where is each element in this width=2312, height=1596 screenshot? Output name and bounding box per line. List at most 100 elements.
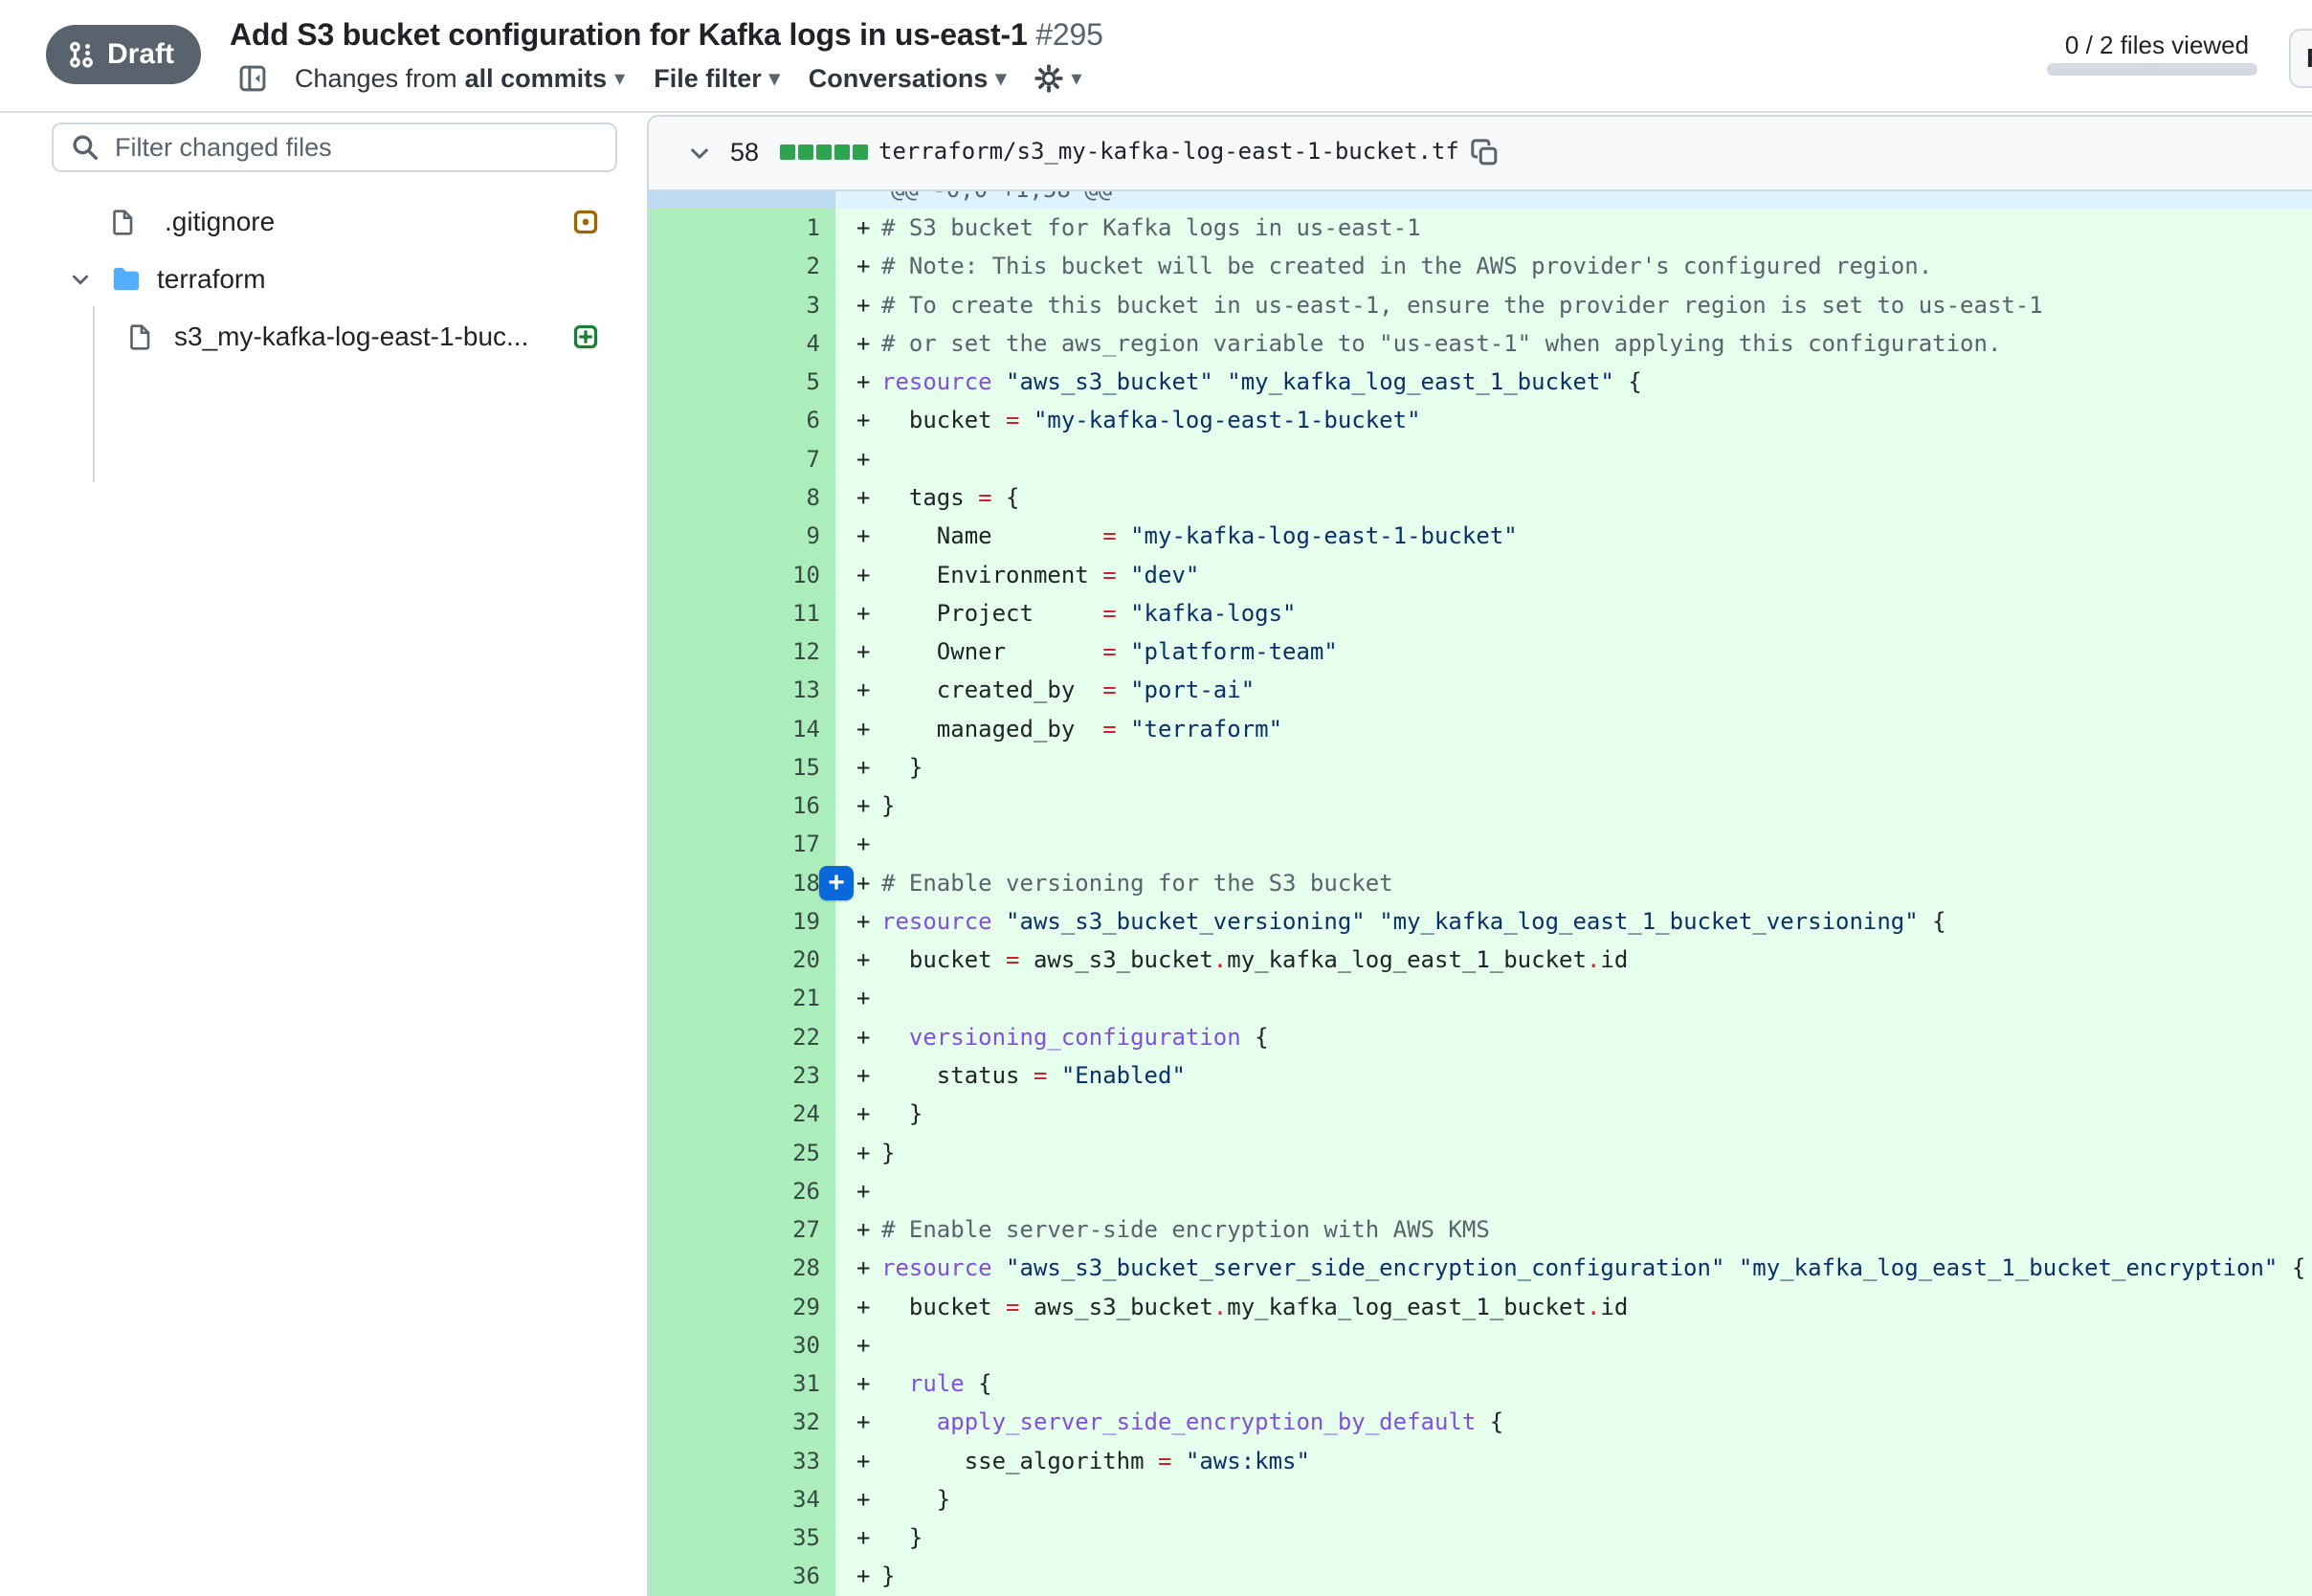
old-line-number-cell[interactable] [649, 709, 740, 747]
new-line-number[interactable]: 31 [740, 1364, 835, 1403]
new-line-number[interactable]: 1 [740, 209, 835, 247]
old-line-number-cell[interactable] [649, 555, 740, 593]
old-line-number-cell[interactable] [649, 1403, 740, 1441]
old-line-number-cell[interactable] [649, 1480, 740, 1518]
new-line-number[interactable]: 2 [740, 247, 835, 285]
file-icon [111, 209, 138, 235]
old-line-number-cell[interactable] [649, 1172, 740, 1210]
tree-item-terraform-folder[interactable]: terraform [0, 253, 645, 306]
new-line-number[interactable]: 32 [740, 1403, 835, 1441]
new-line-number[interactable]: 27 [740, 1210, 835, 1249]
old-line-number-cell[interactable] [649, 864, 740, 902]
new-line-number[interactable]: 22 [740, 1018, 835, 1056]
code-cell: + bucket = "my-kafka-log-east-1-bucket" [835, 401, 2312, 439]
new-line-number[interactable]: 33 [740, 1442, 835, 1480]
old-line-number-cell[interactable] [649, 1287, 740, 1325]
review-changes-button[interactable]: R [2289, 29, 2312, 88]
diffstat-block [853, 144, 868, 160]
new-line-number[interactable]: 23 [740, 1056, 835, 1095]
addition-marker: + [835, 440, 881, 478]
diffstat-block [834, 144, 850, 160]
new-line-number[interactable]: 15 [740, 748, 835, 787]
new-line-number[interactable]: 35 [740, 1518, 835, 1557]
old-line-number-cell[interactable] [649, 902, 740, 941]
new-line-number[interactable]: 29 [740, 1287, 835, 1325]
old-line-number-cell[interactable] [649, 517, 740, 555]
new-line-number[interactable]: 12 [740, 632, 835, 671]
old-line-number-cell[interactable] [649, 401, 740, 439]
old-line-number-cell[interactable] [649, 1095, 740, 1133]
addition-marker: + [835, 1364, 881, 1403]
new-line-number[interactable]: 28 [740, 1249, 835, 1287]
tree-item-label: s3_my-kafka-log-east-1-buc... [174, 321, 528, 352]
old-line-number-cell[interactable] [649, 286, 740, 324]
conversations-dropdown[interactable]: Conversations ▾ [809, 64, 1007, 94]
add-comment-button[interactable]: + [819, 866, 854, 900]
old-line-number-cell[interactable] [649, 440, 740, 478]
new-line-number[interactable]: 24 [740, 1095, 835, 1133]
collapse-file-chevron-icon[interactable] [687, 142, 712, 166]
old-line-number-cell[interactable] [649, 1249, 740, 1287]
new-line-number[interactable]: 20 [740, 941, 835, 979]
old-line-number-cell[interactable] [649, 825, 740, 863]
old-line-number-cell[interactable] [649, 247, 740, 285]
new-line-number[interactable]: 19 [740, 902, 835, 941]
new-line-number[interactable]: 3 [740, 286, 835, 324]
old-line-number-cell[interactable] [649, 671, 740, 709]
new-line-number[interactable]: 36 [740, 1557, 835, 1595]
old-line-number-cell[interactable] [649, 1210, 740, 1249]
addition-marker: + [835, 1288, 881, 1326]
old-line-number-cell[interactable] [649, 363, 740, 401]
new-line-number[interactable]: 7 [740, 440, 835, 478]
new-line-number[interactable]: 10 [740, 555, 835, 593]
new-line-number[interactable]: 34 [740, 1480, 835, 1518]
new-line-number[interactable]: 14 [740, 709, 835, 747]
file-filter-dropdown[interactable]: File filter ▾ [654, 64, 780, 94]
old-line-number-cell[interactable] [649, 1056, 740, 1095]
new-line-number[interactable]: 6 [740, 401, 835, 439]
old-line-number-cell[interactable] [649, 324, 740, 363]
new-line-number[interactable]: 9 [740, 517, 835, 555]
old-line-number-cell[interactable] [649, 1557, 740, 1595]
old-line-number-cell[interactable] [649, 748, 740, 787]
copy-path-button[interactable] [1470, 138, 1499, 166]
new-line-number[interactable]: 30 [740, 1326, 835, 1364]
old-line-number-cell[interactable] [649, 1133, 740, 1171]
addition-marker: + [835, 1249, 881, 1287]
old-line-number-cell[interactable] [649, 209, 740, 247]
new-line-number[interactable]: 16 [740, 787, 835, 825]
old-line-number-cell[interactable] [649, 1326, 740, 1364]
collapse-sidebar-icon[interactable] [239, 65, 266, 92]
new-line-number[interactable]: 13 [740, 671, 835, 709]
new-line-number[interactable]: 26 [740, 1172, 835, 1210]
diff-line: 33+ sse_algorithm = "aws:kms" [649, 1442, 2312, 1480]
addition-marker: + [835, 247, 881, 285]
old-line-number-cell[interactable] [649, 1018, 740, 1056]
tree-item-gitignore[interactable]: .gitignore [0, 195, 645, 249]
diff-line: 24+ } [649, 1095, 2312, 1133]
new-line-number[interactable]: 17 [740, 825, 835, 863]
diff-file-path[interactable]: terraform/s3_my-kafka-log-east-1-bucket.… [878, 138, 1459, 165]
new-line-number[interactable]: 4 [740, 324, 835, 363]
new-line-number[interactable]: 25 [740, 1133, 835, 1171]
old-line-number-cell[interactable] [649, 594, 740, 632]
new-line-number[interactable]: 11 [740, 594, 835, 632]
old-line-number-cell[interactable] [649, 632, 740, 671]
old-line-number-cell[interactable] [649, 979, 740, 1017]
filter-changed-files-input[interactable]: Filter changed files [52, 122, 617, 172]
changes-from-dropdown[interactable]: Changes from all commits ▾ [295, 64, 625, 94]
new-line-number[interactable]: 8 [740, 478, 835, 517]
code-cell: + bucket = aws_s3_bucket.my_kafka_log_ea… [835, 1287, 2312, 1325]
old-line-number-cell[interactable] [649, 941, 740, 979]
chevron-down-icon: ▾ [769, 66, 780, 91]
new-line-number[interactable]: 21 [740, 979, 835, 1017]
old-line-number-cell[interactable] [649, 478, 740, 517]
old-line-number-cell[interactable] [649, 787, 740, 825]
diff-settings-dropdown[interactable]: ▾ [1034, 64, 1081, 93]
old-line-number-cell[interactable] [649, 1442, 740, 1480]
new-line-number[interactable]: 5 [740, 363, 835, 401]
old-line-number-cell[interactable] [649, 1364, 740, 1403]
tree-item-s3-bucket-file[interactable]: s3_my-kafka-log-east-1-buc... [0, 310, 645, 364]
old-line-number-cell[interactable] [649, 1518, 740, 1557]
chevron-down-icon: ▾ [1071, 66, 1081, 91]
